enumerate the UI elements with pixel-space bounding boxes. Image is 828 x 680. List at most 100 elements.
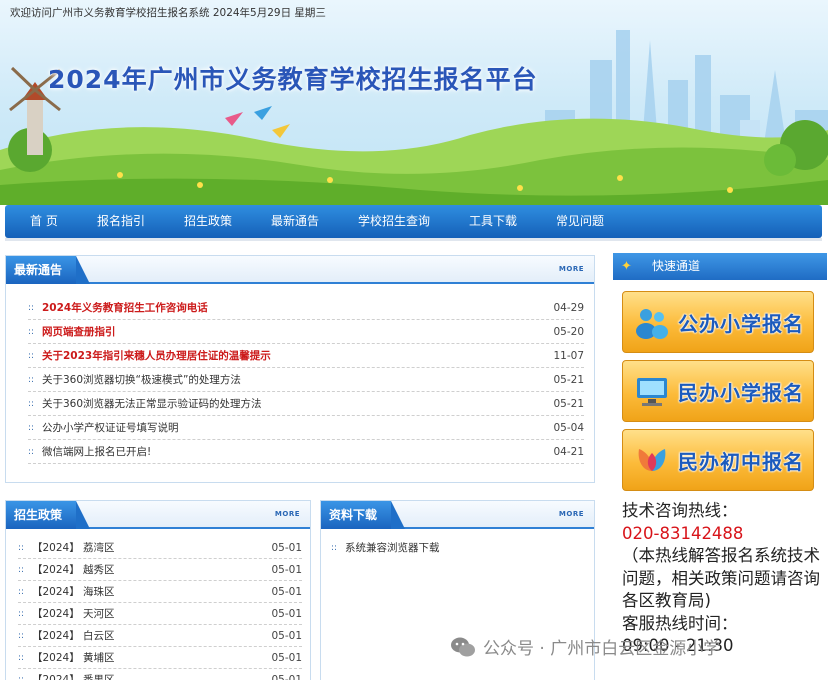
- nav-divider: [5, 238, 822, 241]
- bullet-icon: ::: [18, 587, 25, 597]
- news-item[interactable]: :: 网页端查册指引 05-20: [28, 320, 584, 344]
- news-panel-title: 最新通告: [6, 256, 91, 284]
- policy-item-title: 【2024】 荔湾区: [32, 542, 115, 554]
- site-title: 2024年广州市义务教育学校招生报名平台: [48, 65, 538, 94]
- news-item-title: 网页端查册指引: [42, 326, 116, 338]
- news-item-title: 关于2023年指引来穗人员办理居住证的温馨提示: [42, 350, 271, 362]
- policy-item-title: 【2024】 黄埔区: [32, 652, 115, 664]
- bullet-icon: ::: [18, 631, 25, 641]
- news-item-date: 05-21: [553, 374, 584, 386]
- news-item-date: 04-29: [553, 302, 584, 314]
- hotline-phone: 020-83142488: [622, 523, 744, 543]
- header-banner: 欢迎访问广州市义务教育学校招生报名系统 2024年5月29日 星期三 2024年…: [0, 0, 828, 205]
- news-item[interactable]: :: 关于360浏览器切换“极速模式”的处理方法 05-21: [28, 368, 584, 392]
- policy-panel-title: 招生政策: [6, 501, 91, 529]
- wechat-watermark: 公众号 · 广州市白云区金源小学: [455, 634, 720, 659]
- news-item[interactable]: :: 关于2023年指引来穗人员办理居住证的温馨提示 11-07: [28, 344, 584, 368]
- policy-item-title: 【2024】 白云区: [32, 630, 115, 642]
- service-hours-label: 客服热线时间：: [622, 613, 738, 633]
- policy-item-date: 05-01: [271, 630, 302, 642]
- news-panel: 最新通告 MORE :: 2024年义务教育招生工作咨询电话 04-29 :: …: [5, 255, 595, 483]
- policy-item-title: 【2024】 天河区: [32, 608, 115, 620]
- private-primary-registration-button[interactable]: 民办小学报名: [622, 360, 814, 422]
- bullet-icon: ::: [28, 399, 35, 409]
- policy-item[interactable]: :: 【2024】 荔湾区 05-01: [18, 537, 302, 559]
- policy-item-title: 【2024】 越秀区: [32, 564, 115, 576]
- downloads-more-link[interactable]: MORE: [559, 510, 584, 518]
- bullet-icon: ::: [18, 565, 25, 575]
- downloads-panel-title: 资料下载: [321, 501, 406, 529]
- news-item-date: 11-07: [553, 350, 584, 362]
- policy-panel: 招生政策 MORE :: 【2024】 荔湾区 05-01 :: 【2024】 …: [5, 500, 311, 680]
- news-panel-header: 最新通告 MORE: [6, 256, 594, 284]
- private-primary-registration-label: 民办小学报名: [678, 381, 804, 405]
- welcome-text: 欢迎访问广州市义务教育学校招生报名系统 2024年5月29日 星期三: [10, 7, 326, 19]
- news-item-title: 关于360浏览器无法正常显示验证码的处理方法: [42, 398, 262, 410]
- nav-tool-download[interactable]: 工具下载: [469, 205, 517, 238]
- policy-item[interactable]: :: 【2024】 番禺区 05-01: [18, 669, 302, 680]
- policy-panel-header: 招生政策 MORE: [6, 501, 310, 529]
- policy-more-link[interactable]: MORE: [275, 510, 300, 518]
- bullet-icon: ::: [331, 543, 338, 553]
- nav-faq[interactable]: 常见问题: [556, 205, 604, 238]
- policy-item[interactable]: :: 【2024】 黄埔区 05-01: [18, 647, 302, 669]
- hotline-label: 技术咨询热线：: [622, 501, 738, 520]
- downloads-panel-header: 资料下载 MORE: [321, 501, 594, 529]
- bullet-icon: ::: [28, 447, 35, 457]
- people-icon: [636, 309, 668, 339]
- bullet-icon: ::: [28, 351, 35, 361]
- news-item-title: 2024年义务教育招生工作咨询电话: [42, 302, 208, 314]
- news-item-title: 微信端网上报名已开启!: [42, 446, 152, 458]
- nav-latest-notices[interactable]: 最新通告: [271, 205, 319, 238]
- bullet-icon: ::: [28, 423, 35, 433]
- megaphone-icon: ✦: [621, 259, 632, 274]
- policy-item-title: 【2024】 海珠区: [32, 586, 115, 598]
- private-junior-registration-button[interactable]: 民办初中报名: [622, 429, 814, 491]
- public-primary-registration-label: 公办小学报名: [678, 312, 804, 336]
- private-junior-registration-label: 民办初中报名: [678, 450, 804, 474]
- nav-home[interactable]: 首 页: [30, 205, 58, 238]
- bullet-icon: ::: [18, 609, 25, 619]
- bullet-icon: ::: [28, 303, 35, 313]
- policy-item-date: 05-01: [271, 564, 302, 576]
- nav-admission-policy[interactable]: 招生政策: [184, 205, 232, 238]
- quick-access-title: 快速通道: [652, 259, 701, 273]
- watermark-text: 公众号 · 广州市白云区金源小学: [483, 639, 721, 659]
- nav-school-query[interactable]: 学校招生查询: [358, 205, 430, 238]
- hotline-note: （本热线解答报名系统技术问题，相关政策问题请咨询各区教育局): [622, 546, 820, 610]
- quick-access-header: ✦ 快速通道: [613, 253, 827, 280]
- policy-item[interactable]: :: 【2024】 越秀区 05-01: [18, 559, 302, 581]
- news-item[interactable]: :: 公办小学产权证证号填写说明 05-04: [28, 416, 584, 440]
- policy-item[interactable]: :: 【2024】 天河区 05-01: [18, 603, 302, 625]
- download-item-title: 系统兼容浏览器下载: [345, 542, 440, 554]
- news-item-title: 公办小学产权证证号填写说明: [42, 422, 179, 434]
- news-item[interactable]: :: 2024年义务教育招生工作咨询电话 04-29: [28, 296, 584, 320]
- computer-icon: [637, 378, 667, 406]
- bullet-icon: ::: [18, 543, 25, 553]
- bullet-icon: ::: [18, 675, 25, 680]
- policy-item-date: 05-01: [271, 674, 302, 680]
- download-item[interactable]: :: 系统兼容浏览器下载: [331, 537, 586, 559]
- news-item-date: 04-21: [553, 446, 584, 458]
- news-item-date: 05-20: [553, 326, 584, 338]
- public-primary-registration-button[interactable]: 公办小学报名: [622, 291, 814, 353]
- policy-item-title: 【2024】 番禺区: [32, 674, 115, 680]
- policy-item-date: 05-01: [271, 608, 302, 620]
- news-item-title: 关于360浏览器切换“极速模式”的处理方法: [42, 374, 241, 386]
- news-item[interactable]: :: 关于360浏览器无法正常显示验证码的处理方法 05-21: [28, 392, 584, 416]
- nav-registration-guide[interactable]: 报名指引: [97, 205, 145, 238]
- bullet-icon: ::: [28, 327, 35, 337]
- news-item[interactable]: :: 微信端网上报名已开启! 04-21: [28, 440, 584, 464]
- news-item-date: 05-21: [553, 398, 584, 410]
- news-more-link[interactable]: MORE: [559, 265, 584, 273]
- main-nav: 首 页 报名指引 招生政策 最新通告 学校招生查询 工具下载 常见问题: [5, 205, 822, 238]
- news-item-date: 05-04: [553, 422, 584, 434]
- policy-item-date: 05-01: [271, 542, 302, 554]
- banner-scenery: [0, 30, 828, 205]
- bullet-icon: ::: [28, 375, 35, 385]
- policy-item-date: 05-01: [271, 586, 302, 598]
- policy-item[interactable]: :: 【2024】 海珠区 05-01: [18, 581, 302, 603]
- policy-item[interactable]: :: 【2024】 白云区 05-01: [18, 625, 302, 647]
- bullet-icon: ::: [18, 653, 25, 663]
- policy-item-date: 05-01: [271, 652, 302, 664]
